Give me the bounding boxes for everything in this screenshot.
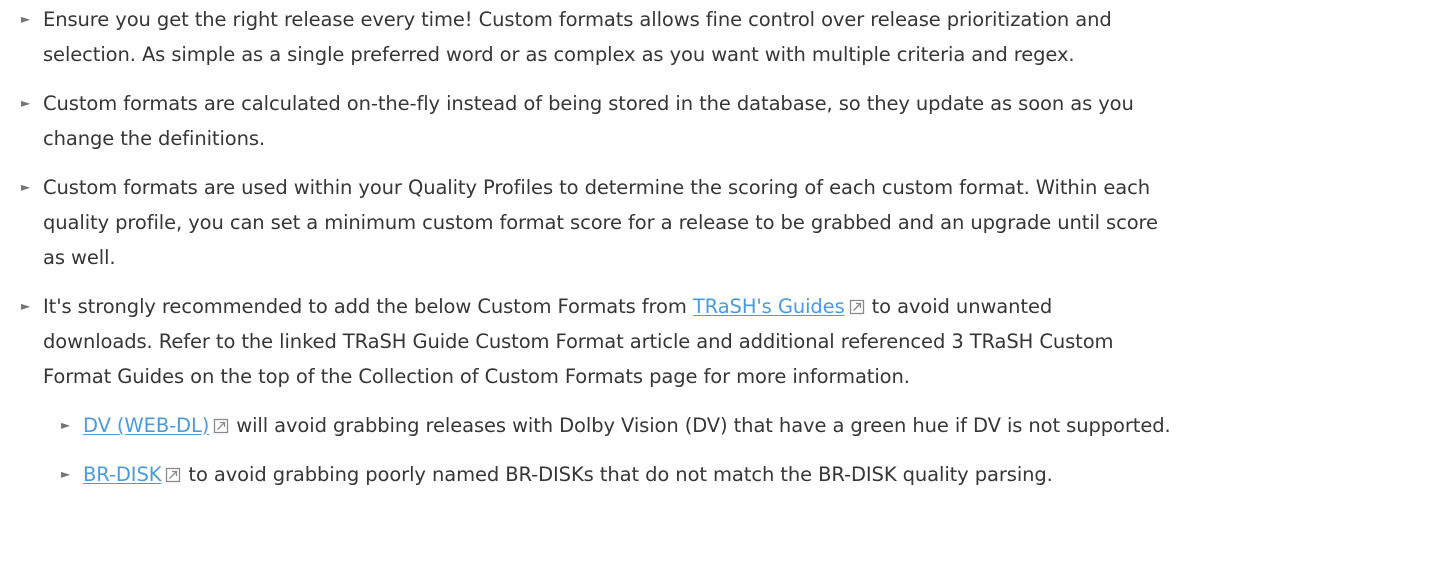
bullet-marker-icon: ► bbox=[61, 467, 71, 481]
list-item-line: selection. As simple as a single preferr… bbox=[43, 43, 1075, 66]
dv-web-dl-link[interactable]: DV (WEB-DL) bbox=[83, 414, 209, 437]
list-item-line: Format Guides on the top of the Collecti… bbox=[43, 365, 910, 388]
list-item-line: Custom formats are used within your Qual… bbox=[43, 176, 1150, 199]
list-item-line: downloads. Refer to the linked TRaSH Gui… bbox=[43, 330, 1114, 353]
list-item-text: It's strongly recommended to add the bel… bbox=[43, 295, 693, 318]
bullet-marker-icon: ► bbox=[21, 96, 31, 110]
br-disk-link[interactable]: BR-DISK bbox=[83, 463, 162, 486]
list-item-line: Custom formats are calculated on-the-fly… bbox=[43, 92, 1134, 115]
custom-formats-list: ► Ensure you get the right release every… bbox=[0, 2, 1434, 492]
list-item-line: quality profile, you can set a minimum c… bbox=[43, 211, 1158, 234]
list-item: ► Custom formats are used within your Qu… bbox=[0, 170, 1434, 275]
external-link-icon[interactable] bbox=[213, 418, 229, 434]
list-item: ► It's strongly recommended to add the b… bbox=[0, 289, 1434, 394]
external-link-icon[interactable] bbox=[165, 467, 181, 483]
list-item-text: to avoid unwanted bbox=[871, 295, 1053, 318]
list-item-line: Ensure you get the right release every t… bbox=[43, 8, 1112, 31]
list-item: ► Custom formats are calculated on-the-f… bbox=[0, 86, 1434, 156]
document-body: ► Ensure you get the right release every… bbox=[0, 2, 1434, 562]
sub-list-item: ► BR-DISK to avoid grabbing poorly named … bbox=[0, 457, 1434, 492]
sub-list-item-text: will avoid grabbing releases with Dolby … bbox=[236, 414, 1171, 437]
sub-list-item-text: to avoid grabbing poorly named BR-DISKs … bbox=[188, 463, 1053, 486]
list-item-line: change the definitions. bbox=[43, 127, 266, 150]
bullet-marker-icon: ► bbox=[21, 299, 31, 313]
bullet-marker-icon: ► bbox=[21, 12, 31, 26]
external-link-icon[interactable] bbox=[849, 299, 865, 315]
list-item: ► Ensure you get the right release every… bbox=[0, 2, 1434, 72]
trash-guides-link[interactable]: TRaSH's Guides bbox=[693, 295, 845, 318]
bullet-marker-icon: ► bbox=[21, 180, 31, 194]
list-item-line: as well. bbox=[43, 246, 116, 269]
bullet-marker-icon: ► bbox=[61, 418, 71, 432]
sub-list-item: ► DV (WEB-DL) will avoid grabbing release… bbox=[0, 408, 1434, 443]
